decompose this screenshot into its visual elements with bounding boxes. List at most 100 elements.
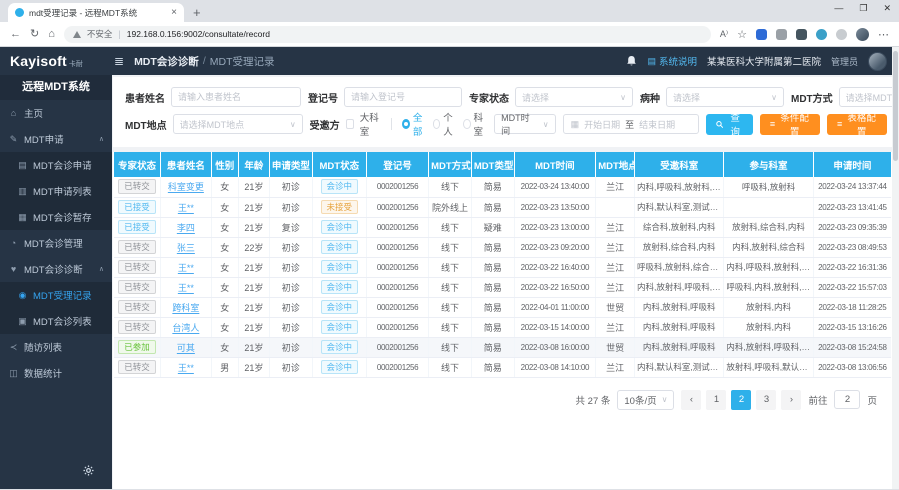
disease-select[interactable]: 请选择 ∨ bbox=[666, 87, 784, 107]
search-button[interactable]: 查询 bbox=[706, 114, 753, 135]
sidebar-item-2[interactable]: ▤MDT会诊申请 bbox=[0, 152, 112, 178]
patient-name-input[interactable] bbox=[171, 87, 301, 107]
sidebar-item-1[interactable]: ✎MDT申请∧ bbox=[0, 126, 112, 152]
next-page-button[interactable]: › bbox=[781, 390, 801, 410]
apply-time-cell: 2022-03-15 13:16:26 bbox=[813, 317, 891, 337]
column-header: 患者姓名 bbox=[161, 152, 212, 177]
mdt-time-cell: 2022-03-23 09:20:00 bbox=[514, 237, 596, 257]
sidebar-item-label: MDT申请列表 bbox=[33, 184, 92, 198]
extension-icon[interactable] bbox=[776, 29, 787, 40]
select-placeholder: 请选择MDT地点 bbox=[180, 118, 245, 131]
invitee-label: 受邀方 bbox=[310, 117, 340, 132]
goto-page-input[interactable] bbox=[834, 390, 860, 409]
home-icon[interactable]: ⌂ bbox=[48, 29, 55, 40]
major-dept-checkbox-label: 大科室 bbox=[360, 110, 382, 138]
apply-type-cell: 初诊 bbox=[269, 297, 312, 317]
mdt-mode-cell: 线下 bbox=[429, 177, 472, 197]
scrollbar-thumb[interactable] bbox=[893, 51, 898, 161]
gear-icon[interactable] bbox=[83, 463, 94, 481]
radio-dept[interactable]: 科室 bbox=[463, 110, 487, 138]
url-bar[interactable]: 不安全 | 192.168.0.156:9002/consultate/reco… bbox=[64, 26, 711, 43]
back-icon[interactable]: ← bbox=[10, 29, 21, 40]
column-header: MDT时间 bbox=[514, 152, 596, 177]
breadcrumb-section[interactable]: MDT会诊诊断 bbox=[134, 54, 199, 69]
page-size-select[interactable]: 10条/页 ∨ bbox=[617, 390, 674, 410]
patient-name-link[interactable]: 王** bbox=[178, 263, 194, 273]
notification-bell-icon[interactable] bbox=[626, 55, 637, 67]
table-config-button[interactable]: ≡ 表格配置 bbox=[827, 114, 887, 135]
reg-no-cell: 0002001256 bbox=[366, 257, 428, 277]
patient-name-link[interactable]: 可其 bbox=[177, 343, 195, 353]
config-icon: ≡ bbox=[770, 119, 775, 129]
browser-profile-avatar[interactable] bbox=[856, 28, 869, 41]
refresh-icon[interactable]: ↻ bbox=[30, 29, 39, 40]
sidebar-item-3[interactable]: ▥MDT申请列表 bbox=[0, 178, 112, 204]
age-cell: 21岁 bbox=[238, 277, 269, 297]
page-button-1[interactable]: 1 bbox=[706, 390, 726, 410]
browser-tab[interactable]: mdt受理记录 - 远程MDT系统 × bbox=[8, 3, 184, 22]
sidebar-item-4[interactable]: ▦MDT会诊暂存 bbox=[0, 204, 112, 230]
apply-time-cell: 2022-03-22 15:57:03 bbox=[813, 277, 891, 297]
patient-name-link[interactable]: 科室变更 bbox=[168, 182, 204, 192]
joined-depts-cell: 内科,放射科,综合科 bbox=[724, 237, 813, 257]
window-maximize-button[interactable]: ❐ bbox=[859, 3, 867, 14]
apply-time-cell: 2022-03-08 15:24:58 bbox=[813, 337, 891, 357]
browser-menu-icon[interactable]: ⋯ bbox=[878, 28, 889, 41]
mdt-mode-select[interactable]: 请选择MDT方式 ∨ bbox=[839, 87, 899, 107]
mdt-type-cell: 简易 bbox=[471, 317, 514, 337]
system-title: 远程MDT系统 bbox=[0, 75, 112, 100]
expert-status-cell: 已转交 bbox=[114, 317, 161, 337]
window-close-button[interactable]: ✕ bbox=[883, 3, 891, 14]
extension-icon[interactable] bbox=[796, 29, 807, 40]
radio-personal[interactable]: 个人 bbox=[433, 110, 457, 138]
sidebar-item-0[interactable]: ⌂主页 bbox=[0, 100, 112, 126]
new-tab-button[interactable]: + bbox=[193, 6, 201, 19]
reg-no-input[interactable] bbox=[344, 87, 462, 107]
user-avatar[interactable] bbox=[868, 52, 887, 71]
window-minimize-button[interactable]: — bbox=[834, 3, 843, 14]
sidebar-item-5[interactable]: ◔MDT会诊管理 bbox=[0, 230, 112, 256]
sidebar-item-8[interactable]: ▣MDT会诊列表 bbox=[0, 308, 112, 334]
column-header: 参与科室 bbox=[724, 152, 813, 177]
patient-name-link[interactable]: 张三 bbox=[177, 243, 195, 253]
page-scrollbar[interactable] bbox=[892, 47, 899, 489]
mdt-place-select[interactable]: 请选择MDT地点 ∨ bbox=[173, 114, 303, 134]
time-field-select[interactable]: MDT时间 ∨ bbox=[494, 114, 555, 134]
tab-close-icon[interactable]: × bbox=[171, 8, 177, 18]
patient-name-link[interactable]: 王** bbox=[178, 363, 194, 373]
sidebar-item-7[interactable]: ◉MDT受理记录 bbox=[0, 282, 112, 308]
mdt-status-cell: 未接受 bbox=[312, 197, 366, 217]
page-button-2[interactable]: 2 bbox=[731, 390, 751, 410]
sidebar-item-9[interactable]: ≺随访列表 bbox=[0, 334, 112, 360]
patient-name-link[interactable]: 王** bbox=[178, 203, 194, 213]
page-button-3[interactable]: 3 bbox=[756, 390, 776, 410]
radio-all[interactable]: 全部 bbox=[402, 110, 426, 138]
collapse-sidebar-icon[interactable]: ≣ bbox=[114, 54, 124, 68]
mdt-place-cell: 世贸 bbox=[596, 337, 635, 357]
chevron-down-icon: ∨ bbox=[290, 120, 296, 129]
patient-name-link[interactable]: 台湾人 bbox=[172, 323, 199, 333]
browser-toolbar: ← ↻ ⌂ 不安全 | 192.168.0.156:9002/consultat… bbox=[0, 22, 899, 47]
sidebar-item-6[interactable]: ♥MDT会诊诊断∧ bbox=[0, 256, 112, 282]
date-range-picker[interactable]: ▦ 开始日期 至 结束日期 bbox=[563, 114, 699, 134]
sidebar: 远程MDT系统 ⌂主页✎MDT申请∧▤MDT会诊申请▥MDT申请列表▦MDT会诊… bbox=[0, 75, 112, 489]
patient-name-link[interactable]: 李四 bbox=[177, 223, 195, 233]
breadcrumb-separator: / bbox=[203, 55, 206, 67]
favorite-star-icon[interactable]: ☆ bbox=[737, 28, 747, 41]
extension-icon[interactable] bbox=[816, 29, 827, 40]
sidebar-item-10[interactable]: ◫数据统计 bbox=[0, 360, 112, 386]
patient-name-link[interactable]: 跨科室 bbox=[172, 303, 199, 313]
prev-page-button[interactable]: ‹ bbox=[681, 390, 701, 410]
extension-icon[interactable] bbox=[836, 29, 847, 40]
system-help-link[interactable]: ▤ 系统说明 bbox=[647, 54, 697, 68]
major-dept-checkbox[interactable] bbox=[346, 119, 354, 129]
table-config-label: 表格配置 bbox=[846, 110, 877, 138]
sex-cell: 男 bbox=[211, 357, 238, 377]
read-aloud-icon[interactable]: A⁾ bbox=[720, 29, 728, 40]
patient-name-link[interactable]: 王** bbox=[178, 283, 194, 293]
mdt-mode-cell: 线下 bbox=[429, 317, 472, 337]
condition-config-button[interactable]: ≡ 条件配置 bbox=[760, 114, 820, 135]
extension-icon[interactable] bbox=[756, 29, 767, 40]
expert-status-select[interactable]: 请选择 ∨ bbox=[515, 87, 633, 107]
mdt-place-cell bbox=[596, 197, 635, 217]
